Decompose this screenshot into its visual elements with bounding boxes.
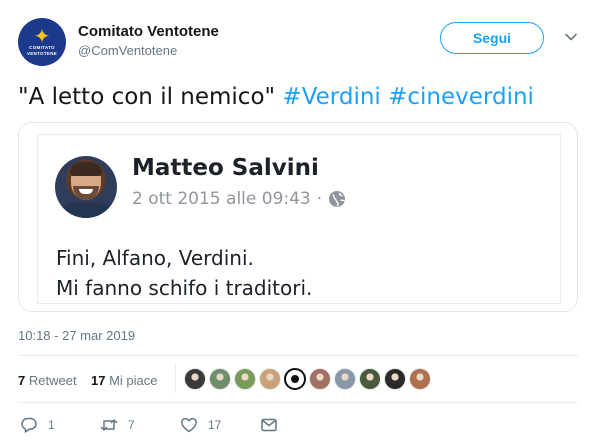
hashtag-link-verdini[interactable]: #Verdini bbox=[282, 84, 380, 110]
post-body-line: Fini, Alfano, Verdini. bbox=[56, 246, 254, 270]
liker-avatar-3[interactable] bbox=[234, 368, 256, 390]
tweet-timestamp[interactable]: 10:18 - 27 mar 2019 bbox=[18, 328, 135, 343]
post-date: 2 ott 2015 alle 09:43 bbox=[132, 189, 311, 209]
globe-icon bbox=[329, 191, 346, 207]
account-avatar[interactable]: ✦ COMITATO VENTOTENE bbox=[18, 18, 66, 66]
liker-avatar-5[interactable] bbox=[284, 368, 306, 390]
liker-avatar-2[interactable] bbox=[209, 368, 231, 390]
like-stat[interactable]: 17 Mi piace bbox=[91, 373, 158, 388]
liker-avatar-10[interactable] bbox=[409, 368, 431, 390]
liker-avatar-7[interactable] bbox=[334, 368, 356, 390]
tweet-text: "A letto con il nemico" #Verdini #cineve… bbox=[18, 84, 534, 110]
account-display-name[interactable]: Comitato Ventotene bbox=[78, 23, 219, 40]
liker-avatar-8[interactable] bbox=[359, 368, 381, 390]
heart-icon bbox=[181, 417, 197, 433]
retweet-stat-label: Retweet bbox=[28, 373, 77, 388]
follow-button[interactable]: Segui bbox=[440, 22, 544, 54]
like-stat-label: Mi piace bbox=[109, 373, 158, 388]
envelope-icon bbox=[261, 418, 277, 432]
retweet-stat-count: 7 bbox=[18, 373, 26, 388]
reply-count: 1 bbox=[48, 418, 55, 432]
avatar-logo-text: COMITATO VENTOTENE bbox=[26, 45, 58, 56]
like-count: 17 bbox=[208, 418, 222, 432]
reply-button[interactable]: 1 bbox=[20, 416, 55, 434]
retweet-button[interactable]: 7 bbox=[100, 416, 135, 434]
tweet-actions: 1 7 17 bbox=[18, 412, 578, 442]
stats-separator bbox=[175, 363, 176, 393]
post-body: Fini, Alfano, Verdini. Mi fanno schifo i… bbox=[56, 243, 312, 303]
embedded-image[interactable]: Matteo Salvini 2 ott 2015 alle 09:43 · F… bbox=[18, 122, 578, 312]
post-author-name: Matteo Salvini bbox=[132, 155, 319, 181]
liker-avatar-6[interactable] bbox=[309, 368, 331, 390]
direct-message-button[interactable] bbox=[260, 416, 278, 434]
chevron-down-icon[interactable] bbox=[564, 30, 578, 44]
liker-avatar-4[interactable] bbox=[259, 368, 281, 390]
like-button[interactable]: 17 bbox=[180, 416, 221, 434]
post-meta: 2 ott 2015 alle 09:43 · bbox=[132, 189, 346, 209]
liker-avatar-9[interactable] bbox=[384, 368, 406, 390]
tweet-header: ✦ COMITATO VENTOTENE Comitato Ventotene @… bbox=[18, 14, 578, 70]
like-stat-count: 17 bbox=[91, 373, 106, 388]
tweet-stats: 7 Retweet 17 Mi piace bbox=[18, 355, 578, 402]
retweet-icon bbox=[100, 419, 118, 431]
meta-separator: · bbox=[316, 189, 323, 209]
account-handle[interactable]: @ComVentotene bbox=[78, 43, 177, 58]
retweet-count: 7 bbox=[128, 418, 135, 432]
reply-icon bbox=[21, 417, 37, 433]
liker-avatar-1[interactable] bbox=[184, 368, 206, 390]
post-author-avatar bbox=[55, 156, 117, 218]
star-logo-icon: ✦ bbox=[33, 24, 51, 48]
post-body-line: Mi fanno schifo i traditori. bbox=[56, 276, 313, 300]
retweet-stat[interactable]: 7 Retweet bbox=[18, 373, 77, 388]
liker-avatars bbox=[184, 368, 431, 390]
hashtag-link-cineverdini[interactable]: #cineverdini bbox=[388, 84, 534, 110]
divider bbox=[18, 402, 578, 403]
facebook-post-card: Matteo Salvini 2 ott 2015 alle 09:43 · F… bbox=[37, 134, 561, 304]
tweet-quote-text: "A letto con il nemico" bbox=[18, 84, 276, 110]
